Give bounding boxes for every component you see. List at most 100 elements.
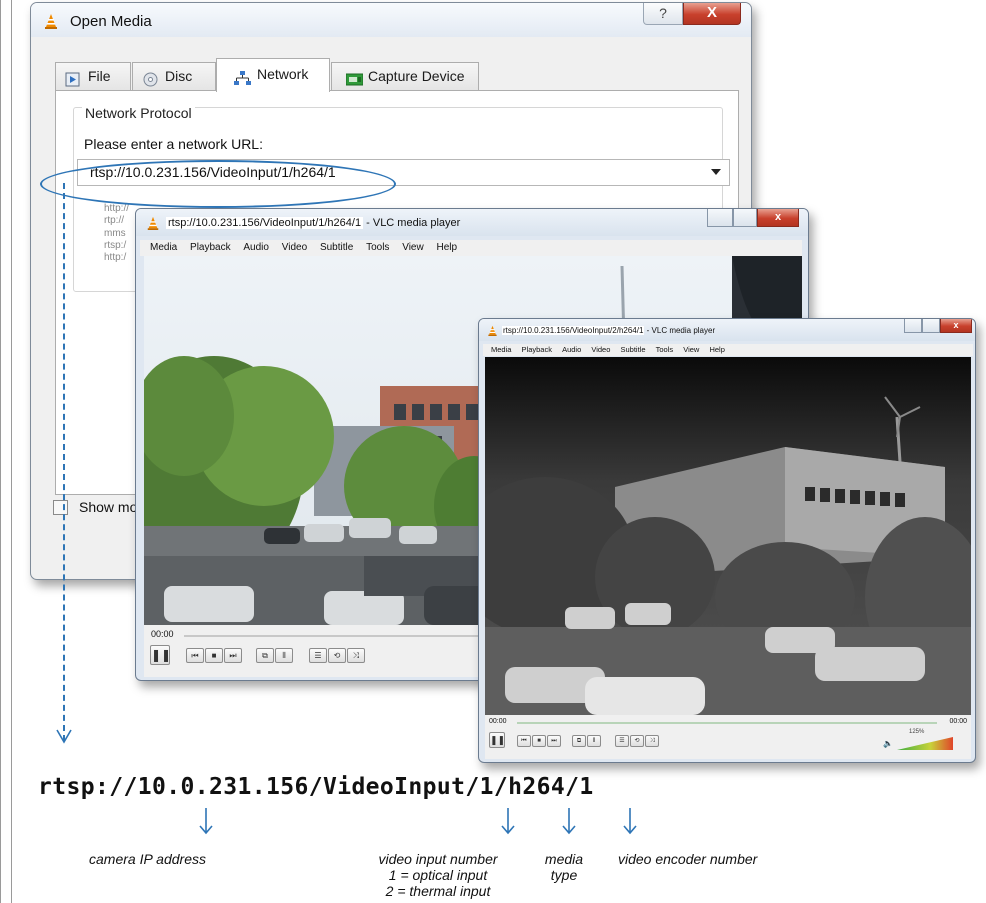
- menu-playback[interactable]: Playback: [190, 240, 231, 256]
- file-play-icon: [65, 69, 82, 87]
- pause-button[interactable]: ❚❚: [489, 732, 505, 748]
- next-button[interactable]: ⏭: [224, 648, 242, 663]
- tab-network[interactable]: Network: [216, 58, 330, 92]
- minimize-button[interactable]: [707, 209, 733, 227]
- vlc-cone-icon: [43, 13, 59, 29]
- media-type-line-1: media: [544, 851, 584, 867]
- vlc-cone-icon: [487, 325, 503, 341]
- arrow-down-icon: [199, 808, 213, 835]
- page-border-right: [11, 0, 12, 903]
- time-elapsed: 00:00: [151, 629, 174, 639]
- pause-button[interactable]: ❚❚: [150, 645, 171, 665]
- menu-subtitle[interactable]: Subtitle: [320, 240, 353, 256]
- media-type-caption: media type: [534, 851, 594, 883]
- help-button[interactable]: ?: [643, 3, 683, 25]
- seek-bar[interactable]: [517, 722, 937, 724]
- close-button[interactable]: x: [940, 319, 972, 333]
- vlc-titlebar[interactable]: rtsp://10.0.231.156/VideoInput/1/h264/1 …: [136, 209, 808, 236]
- tab-file-label: File: [88, 68, 111, 84]
- playlist-button[interactable]: ☰: [309, 648, 327, 663]
- network-protocol-heading: Network Protocol: [82, 105, 195, 121]
- example-line: http://: [104, 203, 130, 214]
- menu-video[interactable]: Video: [282, 240, 307, 256]
- vlc-menubar: Media Playback Audio Video Subtitle Tool…: [140, 240, 802, 256]
- menu-help[interactable]: Help: [437, 240, 458, 256]
- extended-settings-button[interactable]: ⫴: [275, 648, 293, 663]
- dialog-title: Open Media: [70, 13, 152, 30]
- time-elapsed: 00:00: [489, 718, 507, 725]
- video-input-caption: video input number 1 = optical input 2 =…: [356, 851, 520, 899]
- menu-tools[interactable]: Tools: [366, 240, 389, 256]
- next-button[interactable]: ⏭: [547, 735, 561, 747]
- menu-media[interactable]: Media: [491, 344, 511, 356]
- menu-view[interactable]: View: [402, 240, 424, 256]
- loop-button[interactable]: ⟲: [630, 735, 644, 747]
- tab-disc-label: Disc: [165, 68, 193, 84]
- menu-view[interactable]: View: [683, 344, 699, 356]
- playlist-button[interactable]: ☰: [615, 735, 629, 747]
- show-more-label: Show mo: [79, 499, 138, 515]
- extended-settings-button[interactable]: ⫴: [587, 735, 601, 747]
- arrow-down-icon: [562, 808, 576, 835]
- rtsp-url-breakdown: rtsp://10.0.231.156/VideoInput/1/h264/1: [38, 774, 594, 800]
- page-border-left: [0, 0, 1, 903]
- example-line: mms: [104, 227, 126, 239]
- loop-button[interactable]: ⟲: [328, 648, 346, 663]
- encoder-number-caption: video encoder number: [618, 851, 758, 867]
- example-line: rtp://: [104, 215, 125, 227]
- speaker-icon[interactable]: 🔈: [883, 739, 893, 748]
- url-examples: http:// rtp:// mms rtsp:/ http:/: [104, 203, 129, 264]
- volume-slider[interactable]: [897, 737, 953, 751]
- maximize-button[interactable]: [733, 209, 757, 227]
- stop-button[interactable]: ■: [532, 735, 546, 747]
- menu-audio[interactable]: Audio: [562, 344, 581, 356]
- menu-media[interactable]: Media: [150, 240, 177, 256]
- arrow-down-icon: [623, 808, 637, 835]
- tab-file[interactable]: File: [55, 62, 131, 91]
- url-prompt-label: Please enter a network URL:: [84, 136, 263, 152]
- close-button[interactable]: x: [757, 209, 799, 227]
- menu-subtitle[interactable]: Subtitle: [620, 344, 645, 356]
- vlc-window-thermal: rtsp://10.0.231.156/VideoInput/2/h264/1 …: [478, 318, 976, 763]
- menu-tools[interactable]: Tools: [656, 344, 674, 356]
- dialog-titlebar[interactable]: Open Media ? X: [31, 3, 751, 37]
- video-input-option-1: 1 = optical input: [388, 867, 488, 883]
- vlc-title-suffix: - VLC media player: [644, 326, 716, 335]
- vlc-title-url: rtsp://10.0.231.156/VideoInput/1/h264/1: [166, 217, 364, 229]
- dashed-connector-line: [63, 183, 65, 741]
- fullscreen-button[interactable]: ⧉: [572, 735, 586, 747]
- show-more-checkbox[interactable]: [53, 500, 68, 515]
- menu-video[interactable]: Video: [591, 344, 610, 356]
- menu-audio[interactable]: Audio: [243, 240, 269, 256]
- menu-help[interactable]: Help: [709, 344, 724, 356]
- url-combobox[interactable]: rtsp://10.0.231.156/VideoInput/1/h264/1: [77, 159, 730, 186]
- capture-device-icon: [345, 69, 364, 86]
- fullscreen-button[interactable]: ⧉: [256, 648, 274, 663]
- example-line: http:/: [104, 252, 127, 264]
- shuffle-button[interactable]: ⤨: [347, 648, 365, 663]
- volume-percent: 125%: [909, 729, 925, 735]
- url-input-value[interactable]: rtsp://10.0.231.156/VideoInput/1/h264/1: [90, 164, 336, 180]
- previous-button[interactable]: ⏮: [186, 648, 204, 663]
- tab-capture-device[interactable]: Capture Device: [331, 62, 479, 91]
- vlc-title: rtsp://10.0.231.156/VideoInput/1/h264/1 …: [166, 217, 460, 229]
- chevron-down-icon[interactable]: [711, 169, 721, 175]
- thermal-scene-image: [485, 357, 971, 715]
- maximize-button[interactable]: [922, 319, 940, 333]
- media-type-line-2: type: [550, 867, 578, 883]
- shuffle-button[interactable]: ⤨: [645, 735, 659, 747]
- stop-button[interactable]: ■: [205, 648, 223, 663]
- menu-playback[interactable]: Playback: [522, 344, 552, 356]
- video-frame-thermal[interactable]: [485, 357, 971, 715]
- vlc-controls: 00:00 00:00 ❚❚ ⏮ ■ ⏭ ⧉ ⫴ ☰ ⟲ ⤨ 🔈 125%: [485, 715, 971, 759]
- network-icon: [234, 66, 251, 85]
- disc-icon: [142, 69, 159, 87]
- camera-ip-caption: camera IP address: [89, 851, 206, 867]
- minimize-button[interactable]: [904, 319, 922, 333]
- tab-disc[interactable]: Disc: [132, 62, 216, 91]
- previous-button[interactable]: ⏮: [517, 735, 531, 747]
- tab-network-label: Network: [257, 66, 309, 82]
- close-button[interactable]: X: [683, 3, 741, 25]
- time-total: 00:00: [949, 718, 967, 725]
- vlc-titlebar[interactable]: rtsp://10.0.231.156/VideoInput/2/h264/1 …: [479, 319, 975, 341]
